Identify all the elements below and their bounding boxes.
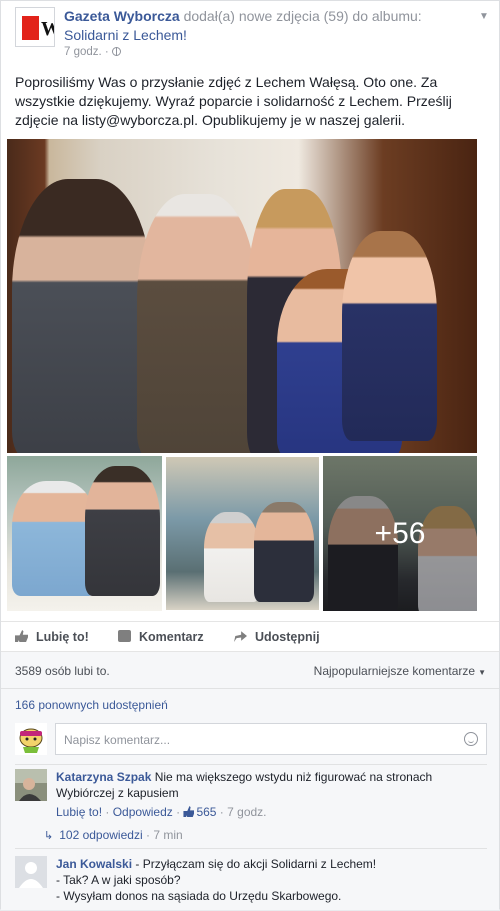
album-link[interactable]: Solidarni z Lechem! bbox=[64, 27, 187, 43]
likes-count[interactable]: 3589 osób lubi to. bbox=[15, 664, 110, 678]
post-card: W Gazeta Wyborcza dodał(a) nowe zdjęcia … bbox=[0, 0, 500, 910]
more-photos-thumbnail[interactable]: +56 bbox=[323, 456, 477, 611]
comment-sort-dropdown[interactable]: Najpopularniejsze komentarze ▼ bbox=[314, 664, 486, 678]
post-header: W Gazeta Wyborcza dodał(a) nowe zdjęcia … bbox=[15, 7, 489, 63]
shares-count[interactable]: 166 ponownych udostępnień bbox=[1, 688, 499, 720]
logo-letter: W bbox=[41, 18, 54, 41]
comment-input[interactable]: Napisz komentarz... bbox=[55, 723, 487, 755]
caret-down-icon: ▼ bbox=[478, 668, 486, 677]
logo-red-block-icon bbox=[22, 16, 39, 40]
like-button[interactable]: Lubię to! bbox=[15, 630, 89, 644]
photo-figure bbox=[254, 502, 314, 602]
main-photo[interactable] bbox=[7, 139, 477, 453]
thumbs-up-icon bbox=[15, 630, 28, 642]
globe-icon bbox=[111, 47, 121, 57]
comment-avatar[interactable] bbox=[15, 769, 47, 801]
post-timestamp[interactable]: 7 godz. bbox=[64, 46, 102, 58]
comment-like-count[interactable]: 565 bbox=[183, 805, 216, 819]
comment-sort-label: Najpopularniejsze komentarze bbox=[313, 664, 476, 678]
comment-timestamp[interactable]: 7 godz. bbox=[227, 805, 266, 819]
divider bbox=[15, 848, 487, 849]
post-title: Gazeta Wyborcza dodał(a) nowe zdjęcia (5… bbox=[64, 7, 489, 45]
comment-input-placeholder: Napisz komentarz... bbox=[64, 733, 171, 747]
feedback-section: 3589 osób lubi to. Najpopularniejsze kom… bbox=[1, 651, 499, 910]
comment-reply-link[interactable]: Odpowiedz bbox=[113, 805, 173, 819]
photo-figure bbox=[12, 179, 152, 453]
emoji-icon[interactable] bbox=[464, 732, 478, 746]
thumbs-up-icon bbox=[183, 806, 195, 817]
comment-button[interactable]: Komentarz bbox=[118, 630, 204, 644]
user-avatar bbox=[15, 723, 47, 755]
comment-like-link[interactable]: Lubię to! bbox=[56, 805, 102, 819]
like-button-label: Lubię to! bbox=[36, 630, 89, 644]
photo-thumbnail[interactable] bbox=[165, 456, 320, 611]
comment-composer: Napisz komentarz... bbox=[15, 723, 487, 755]
chevron-down-icon[interactable]: ▼ bbox=[479, 11, 489, 22]
share-button-label: Udostępnij bbox=[255, 630, 320, 644]
comment-like-count-value: 565 bbox=[196, 805, 217, 819]
comment-text-line: - Przyłączam się do akcji Solidarni z Le… bbox=[135, 857, 377, 871]
more-photos-count[interactable]: +56 bbox=[323, 456, 477, 611]
replies-count: 102 odpowiedzi bbox=[59, 828, 143, 842]
comment-item: Jan Kowalski - Przyłączam się do akcji S… bbox=[15, 856, 487, 911]
comment-author[interactable]: Jan Kowalski bbox=[56, 857, 132, 871]
post-actions-bar: Lubię to! Komentarz Udostępnij bbox=[1, 621, 499, 651]
share-button[interactable]: Udostępnij bbox=[234, 630, 320, 644]
speech-bubble-icon bbox=[118, 630, 131, 642]
comment-text-line: - Tak? A w jaki sposób? bbox=[56, 873, 181, 887]
replies-timestamp: 7 min bbox=[153, 828, 183, 842]
comment-avatar[interactable] bbox=[15, 856, 47, 888]
comment-body: Jan Kowalski - Przyłączam się do akcji S… bbox=[56, 856, 487, 904]
photo-figure bbox=[342, 231, 437, 441]
reply-arrow-icon: ↳ bbox=[44, 830, 54, 842]
post-meta: 7 godz. · bbox=[64, 46, 121, 58]
page-avatar[interactable]: W bbox=[15, 7, 55, 47]
page-name-link[interactable]: Gazeta Wyborcza bbox=[64, 8, 180, 24]
view-replies-link[interactable]: ↳ 102 odpowiedzi · 7 min bbox=[44, 828, 183, 842]
divider bbox=[15, 764, 487, 765]
comment-body: Katarzyna Szpak Nie ma większego wstydu … bbox=[56, 769, 487, 820]
comment-meta: Lubię to! · Odpowiedz · 565 · 7 godz. bbox=[56, 805, 267, 819]
photo-thumbnail[interactable] bbox=[7, 456, 162, 611]
photo-figure bbox=[204, 512, 259, 602]
comment-button-label: Komentarz bbox=[139, 630, 204, 644]
photo-figure bbox=[85, 466, 160, 596]
comment-author[interactable]: Katarzyna Szpak bbox=[56, 770, 151, 784]
post-text: Poprosiliśmy Was o przysłanie zdjęć z Le… bbox=[15, 74, 452, 128]
comment-text-line: - Wysyłam donos na sąsiada do Urzędu Ska… bbox=[56, 889, 342, 903]
post-action-text: dodał(a) nowe zdjęcia (59) do albumu: bbox=[183, 8, 422, 24]
photo-figure bbox=[137, 194, 257, 453]
share-arrow-icon bbox=[234, 631, 247, 642]
